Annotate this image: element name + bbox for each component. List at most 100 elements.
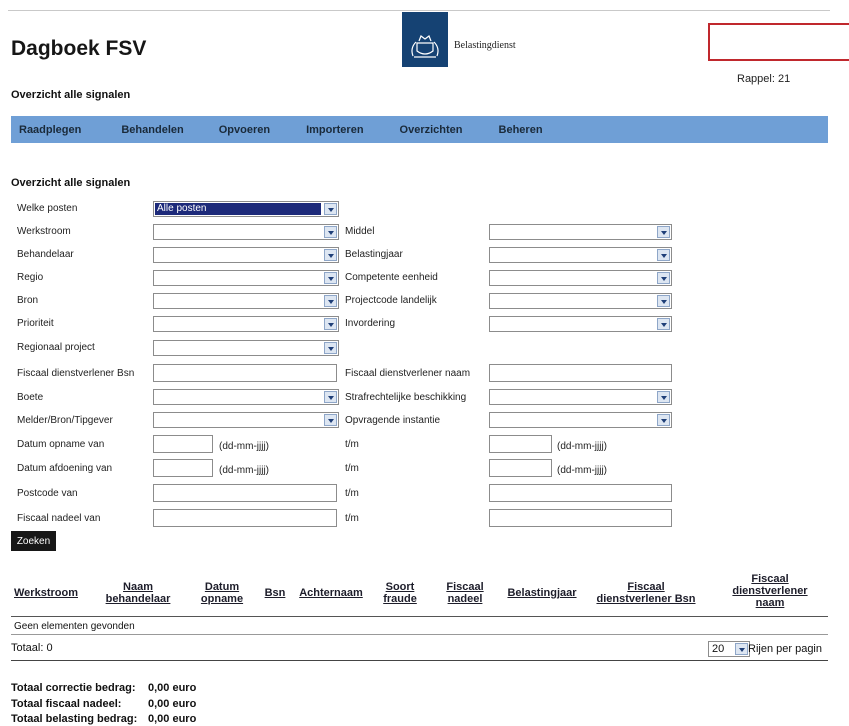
projectcode-landelijk-select[interactable] — [489, 293, 672, 309]
col-fnaam-l2: dienstverlener — [732, 585, 808, 597]
competente-eenheid-select[interactable] — [489, 270, 672, 286]
col-datum-opname[interactable]: Datum opname — [194, 581, 250, 605]
opvragende-select[interactable] — [489, 412, 672, 428]
summary-belasting: Totaal belasting bedrag: 0,00 euro — [11, 713, 196, 725]
regionaal-project-select[interactable] — [153, 340, 339, 356]
col-belastingjaar[interactable]: Belastingjaar — [502, 587, 582, 599]
postcode-van-input[interactable] — [153, 484, 337, 502]
nav-behandelen[interactable]: Behandelen — [121, 124, 183, 136]
regio-select[interactable] — [153, 270, 339, 286]
prioriteit-select[interactable] — [153, 316, 339, 332]
summary-correctie: Totaal correctie bedrag: 0,00 euro — [11, 682, 196, 694]
row-divider — [11, 634, 828, 635]
app-title: Dagboek FSV — [11, 37, 147, 60]
summary-correctie-value: 0,00 euro — [148, 682, 197, 694]
col-naam-behandelaar[interactable]: Naam behandelaar — [98, 581, 178, 605]
chevron-down-icon — [324, 226, 337, 238]
chevron-down-icon — [324, 318, 337, 330]
summary-nadeel: Totaal fiscaal nadeel: 0,00 euro — [11, 698, 196, 710]
col-belastingjaar-l1: Belastingjaar — [507, 587, 577, 599]
tm-label: t/m — [345, 463, 359, 474]
belastingjaar-label: Belastingjaar — [345, 249, 403, 260]
col-achternaam-l1: Achternaam — [299, 587, 363, 599]
bron-select[interactable] — [153, 293, 339, 309]
coat-of-arms-icon — [402, 12, 448, 67]
col-fbsn-l1: Fiscaal — [627, 581, 665, 593]
search-button[interactable]: Zoeken — [11, 531, 56, 551]
welke-posten-select[interactable]: Alle posten — [153, 201, 339, 217]
fiscaal-bsn-input[interactable] — [153, 364, 337, 382]
invordering-select[interactable] — [489, 316, 672, 332]
page-subtitle: Overzicht alle signalen — [11, 89, 131, 101]
tm-label: t/m — [345, 513, 359, 524]
main-nav: Raadplegen Behandelen Opvoeren Importere… — [11, 116, 828, 143]
datum-opname-van-input[interactable] — [153, 435, 213, 453]
werkstroom-select[interactable] — [153, 224, 339, 240]
strafrecht-label: Strafrechtelijke beschikking — [345, 392, 467, 403]
rows-per-page-select[interactable]: 20 — [708, 641, 750, 657]
logo-text: Belastingdienst — [454, 40, 516, 51]
behandelaar-select[interactable] — [153, 247, 339, 263]
melder-label: Melder/Bron/Tipgever — [17, 415, 113, 426]
nav-beheren[interactable]: Beheren — [499, 124, 543, 136]
rows-per-page-value: 20 — [712, 643, 725, 655]
datum-afdoening-label: Datum afdoening van — [17, 463, 113, 474]
nav-overzichten[interactable]: Overzichten — [400, 124, 463, 136]
form-title: Overzicht alle signalen — [11, 177, 131, 189]
col-soort-fraude[interactable]: Soort fraude — [378, 581, 422, 605]
chevron-down-icon — [324, 342, 337, 354]
chevron-down-icon — [657, 249, 670, 261]
chevron-down-icon — [657, 295, 670, 307]
chevron-down-icon — [735, 643, 748, 655]
postcode-tm-input[interactable] — [489, 484, 672, 502]
rappel-counter: Rappel: 21 — [737, 73, 790, 85]
boete-select[interactable] — [153, 389, 339, 405]
col-bsn-l1: Bsn — [264, 587, 286, 599]
col-werkstroom-l1: Werkstroom — [14, 587, 78, 599]
melder-select[interactable] — [153, 412, 339, 428]
footer-divider — [11, 660, 828, 661]
datum-afdoening-van-input[interactable] — [153, 459, 213, 477]
summary-correctie-label: Totaal correctie bedrag: — [11, 682, 136, 694]
nav-raadplegen[interactable]: Raadplegen — [19, 124, 81, 136]
fiscaal-naam-input[interactable] — [489, 364, 672, 382]
middel-select[interactable] — [489, 224, 672, 240]
notification-box — [708, 23, 849, 61]
fiscaal-nadeel-van-input[interactable] — [153, 509, 337, 527]
col-werkstroom[interactable]: Werkstroom — [14, 587, 86, 599]
werkstroom-label: Werkstroom — [17, 226, 71, 237]
datum-opname-tm-input[interactable] — [489, 435, 552, 453]
col-fiscaal-bsn[interactable]: Fiscaal dienstverlener Bsn — [586, 581, 706, 605]
fiscaal-bsn-label: Fiscaal dienstverlener Bsn — [17, 368, 135, 379]
belastingjaar-select[interactable] — [489, 247, 672, 263]
summary-nadeel-label: Totaal fiscaal nadeel: — [11, 698, 122, 710]
rows-per-page-label: Rijen per pagin — [748, 643, 822, 655]
rappel-value: 21 — [777, 73, 791, 85]
summary-nadeel-value: 0,00 euro — [148, 698, 197, 710]
postcode-label: Postcode van — [17, 488, 78, 499]
strafrecht-select[interactable] — [489, 389, 672, 405]
chevron-down-icon — [657, 272, 670, 284]
col-fbsn-l2: dienstverlener Bsn — [596, 593, 696, 605]
datum-afdoening-tm-input[interactable] — [489, 459, 552, 477]
col-nadeel-l2: nadeel — [447, 593, 483, 605]
opvragende-label: Opvragende instantie — [345, 415, 441, 426]
col-fiscaal-naam[interactable]: Fiscaal dienstverlener naam — [716, 573, 824, 609]
fiscaal-naam-label: Fiscaal dienstverlener naam — [345, 368, 471, 379]
col-naam-l1: Naam — [123, 581, 153, 593]
middel-label: Middel — [345, 226, 375, 237]
col-fiscaal-nadeel[interactable]: Fiscaal nadeel — [440, 581, 490, 605]
fiscaal-nadeel-tm-input[interactable] — [489, 509, 672, 527]
summary-belasting-label: Totaal belasting bedrag: — [11, 713, 138, 725]
totaal-count: Totaal: 0 — [11, 642, 53, 654]
col-achternaam[interactable]: Achternaam — [294, 587, 368, 599]
boete-label: Boete — [17, 392, 44, 403]
col-bsn[interactable]: Bsn — [262, 587, 288, 599]
empty-message: Geen elementen gevonden — [14, 621, 135, 632]
nav-opvoeren[interactable]: Opvoeren — [219, 124, 270, 136]
chevron-down-icon — [657, 391, 670, 403]
nav-importeren[interactable]: Importeren — [306, 124, 363, 136]
col-soort-l2: fraude — [383, 593, 417, 605]
tm-label: t/m — [345, 488, 359, 499]
top-divider — [8, 10, 830, 11]
